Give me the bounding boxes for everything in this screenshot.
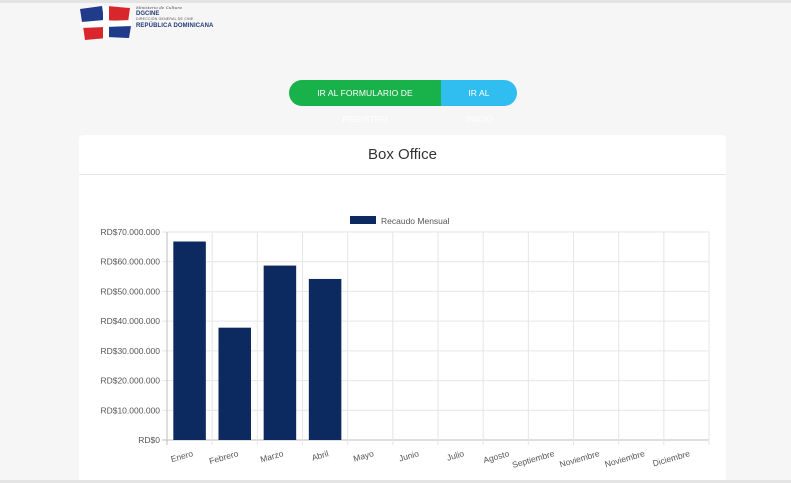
x-tick-label: Marzo [259, 448, 285, 464]
flag-logo-icon [80, 6, 132, 40]
x-tick-label: Noviembre [604, 448, 647, 469]
x-tick-label: Febrero [208, 448, 240, 466]
y-tick-label: RD$30.000.000 [100, 346, 160, 356]
legend-label: Recaudo Mensual [381, 216, 450, 226]
nav-button-group: IR AL FORMULARIO DE REGISTRO IR AL INICI… [289, 80, 517, 124]
x-tick-label: Mayo [352, 448, 375, 463]
box-office-card: Box Office RD$0 RD$10.000.000 RD$20.000.00… [79, 135, 726, 483]
y-tick-label: RD$60.000.000 [100, 257, 160, 267]
logo-agency-text: DIRECCIÓN GENERAL DE CINE [136, 17, 194, 21]
y-tick-label: RD$70.000.000 [100, 227, 160, 237]
x-tick-label: Julio [446, 448, 466, 463]
box-office-bar-chart: RD$0 RD$10.000.000 RD$20.000.000 RD$30.000.… [100, 216, 710, 470]
home-button[interactable]: IR AL INICIO [441, 80, 517, 124]
x-tick-label: Septiembre [511, 448, 556, 470]
logo-country-text: REPÚBLICA DOMINICANA [136, 22, 214, 29]
x-tick-label: Diciembre [651, 448, 691, 468]
y-tick-label: RD$10.000.000 [100, 405, 160, 415]
x-tick-label: Junio [398, 448, 421, 463]
x-tick-label: Abril [311, 448, 330, 462]
x-tick-label: Noviembre [558, 448, 601, 469]
y-tick-label: RD$50.000.000 [100, 286, 160, 296]
bar-marzo [263, 265, 297, 440]
legend-swatch [350, 216, 376, 224]
y-tick-label: RD$20.000.000 [100, 376, 160, 386]
bar-abril [308, 278, 342, 440]
y-tick-label: RD$0 [138, 435, 160, 445]
y-tick-label: RD$40.000.000 [100, 316, 160, 326]
bar-febrero [218, 327, 252, 440]
register-form-button[interactable]: IR AL FORMULARIO DE REGISTRO [289, 80, 441, 124]
dgcine-logo[interactable]: Ministerio de Cultura DGCINE DIRECCIÓN G… [80, 6, 213, 42]
top-divider [0, 0, 791, 3]
bar-enero [173, 241, 206, 440]
x-tick-label: Agosto [482, 448, 510, 465]
x-tick-label: Enero [170, 448, 195, 464]
logo-ministry-text: Ministerio de Cultura [136, 5, 182, 10]
